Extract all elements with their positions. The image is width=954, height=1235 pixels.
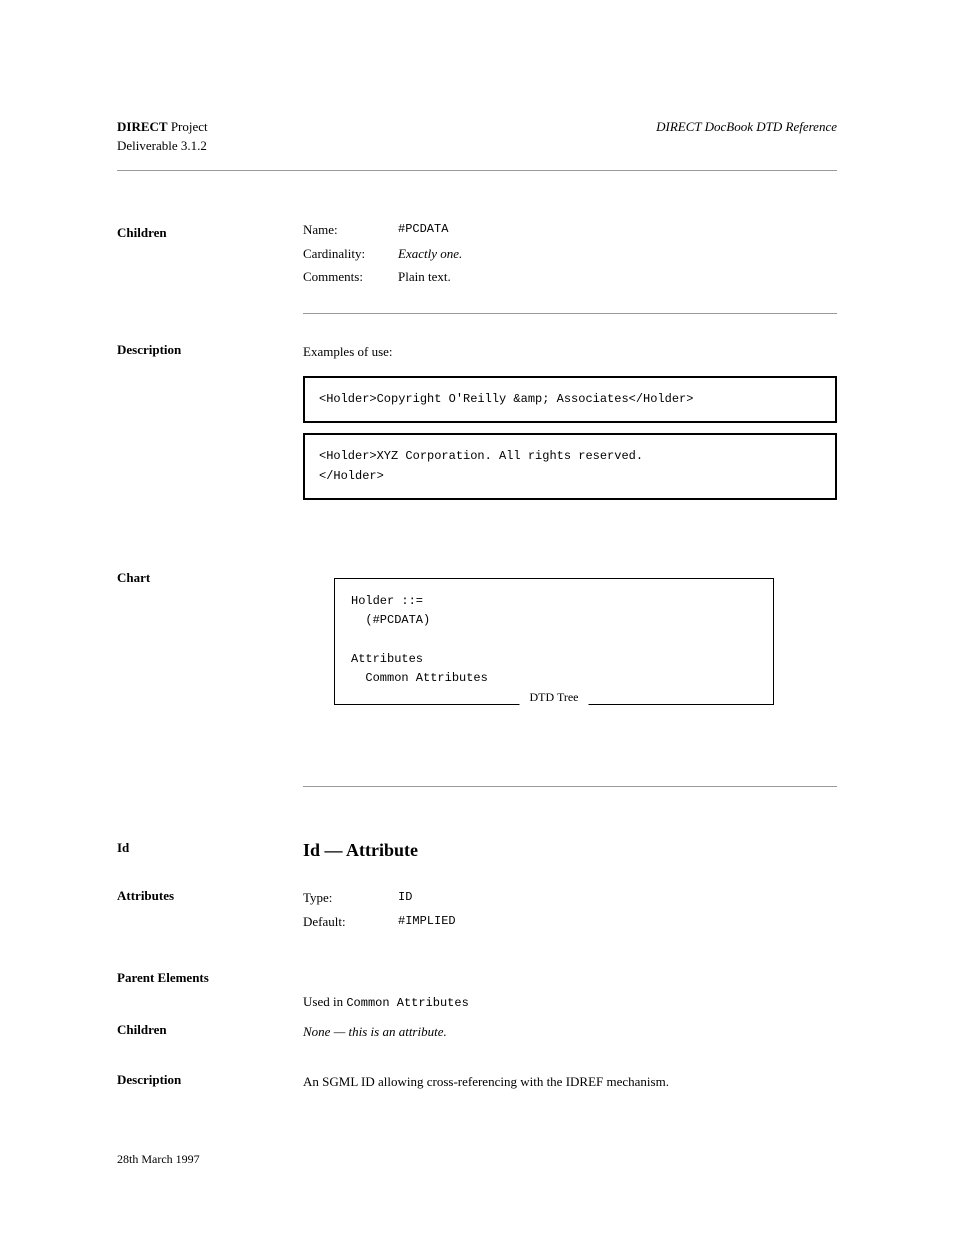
section-label-chart: Chart xyxy=(117,570,287,586)
id-attr-type-label: Type: xyxy=(303,888,398,908)
children-row-comments: Comments: Plain text. xyxy=(303,267,837,287)
dtd-chart: Holder ::= (#PCDATA) Attributes Common A… xyxy=(334,578,774,705)
section-label-parent: Parent Elements xyxy=(117,970,287,986)
header-rule xyxy=(117,170,837,171)
description-body: Examples of use: <Holder>Copyright O'Rei… xyxy=(303,342,837,500)
section-label-children: Children xyxy=(117,225,287,241)
children-card-label: Cardinality: xyxy=(303,244,398,264)
description-intro: Examples of use: xyxy=(303,342,837,362)
header-right: DIRECT DocBook DTD Reference xyxy=(656,119,837,135)
id-left-label: Id xyxy=(117,840,303,861)
header-line1: DIRECT Project xyxy=(117,118,208,137)
id-attr-default-label: Default: xyxy=(303,912,398,932)
section-label-description: Description xyxy=(117,342,287,358)
id-attr-type-value: ID xyxy=(398,888,837,908)
id-attr-row-type: Type: ID xyxy=(303,888,837,908)
dtd-caption: DTD Tree xyxy=(519,690,588,705)
page-header: DIRECT Project Deliverable 3.1.2 DIRECT … xyxy=(117,118,837,156)
page: DIRECT Project Deliverable 3.1.2 DIRECT … xyxy=(0,0,954,1235)
page-footer: 28th March 1997 xyxy=(117,1152,200,1167)
id-attributes-body: Type: ID Default: #IMPLIED xyxy=(303,888,837,935)
id-children-body: None — this is an attribute. xyxy=(303,1022,837,1043)
id-parent-body: Used in Common Attributes xyxy=(303,992,837,1013)
header-line2: Deliverable 3.1.2 xyxy=(117,137,208,156)
rule-after-chart xyxy=(303,786,837,787)
rule-after-children xyxy=(303,313,837,314)
children-comments-label: Comments: xyxy=(303,267,398,287)
id-parent-value: Common Attributes xyxy=(346,996,468,1010)
section-label-children2: Children xyxy=(117,1022,287,1038)
code-example-1: <Holder>Copyright O'Reilly &amp; Associa… xyxy=(303,376,837,423)
id-heading-row: Id Id — Attribute xyxy=(117,840,837,861)
children-row-name: Name: #PCDATA xyxy=(303,220,837,240)
id-attr-default-value: #IMPLIED xyxy=(398,912,837,932)
children-card-value: Exactly one. xyxy=(398,244,837,264)
children-block: Name: #PCDATA Cardinality: Exactly one. … xyxy=(303,220,837,291)
header-left: DIRECT Project Deliverable 3.1.2 xyxy=(117,118,208,156)
id-parent-prefix: Used in xyxy=(303,994,346,1009)
id-attr-row-default: Default: #IMPLIED xyxy=(303,912,837,932)
code-example-2: <Holder>XYZ Corporation. All rights rese… xyxy=(303,433,837,499)
children-name-value: #PCDATA xyxy=(398,220,837,240)
children-comments-value: Plain text. xyxy=(398,267,837,287)
children-name-label: Name: xyxy=(303,220,398,240)
dtd-box: Holder ::= (#PCDATA) Attributes Common A… xyxy=(334,578,774,705)
section-label-description2: Description xyxy=(117,1072,287,1088)
dtd-code: Holder ::= (#PCDATA) Attributes Common A… xyxy=(335,579,773,704)
id-description-body: An SGML ID allowing cross-referencing wi… xyxy=(303,1072,837,1093)
id-title: Id — Attribute xyxy=(303,840,418,861)
children-row-card: Cardinality: Exactly one. xyxy=(303,244,837,264)
section-label-attributes: Attributes xyxy=(117,888,287,904)
